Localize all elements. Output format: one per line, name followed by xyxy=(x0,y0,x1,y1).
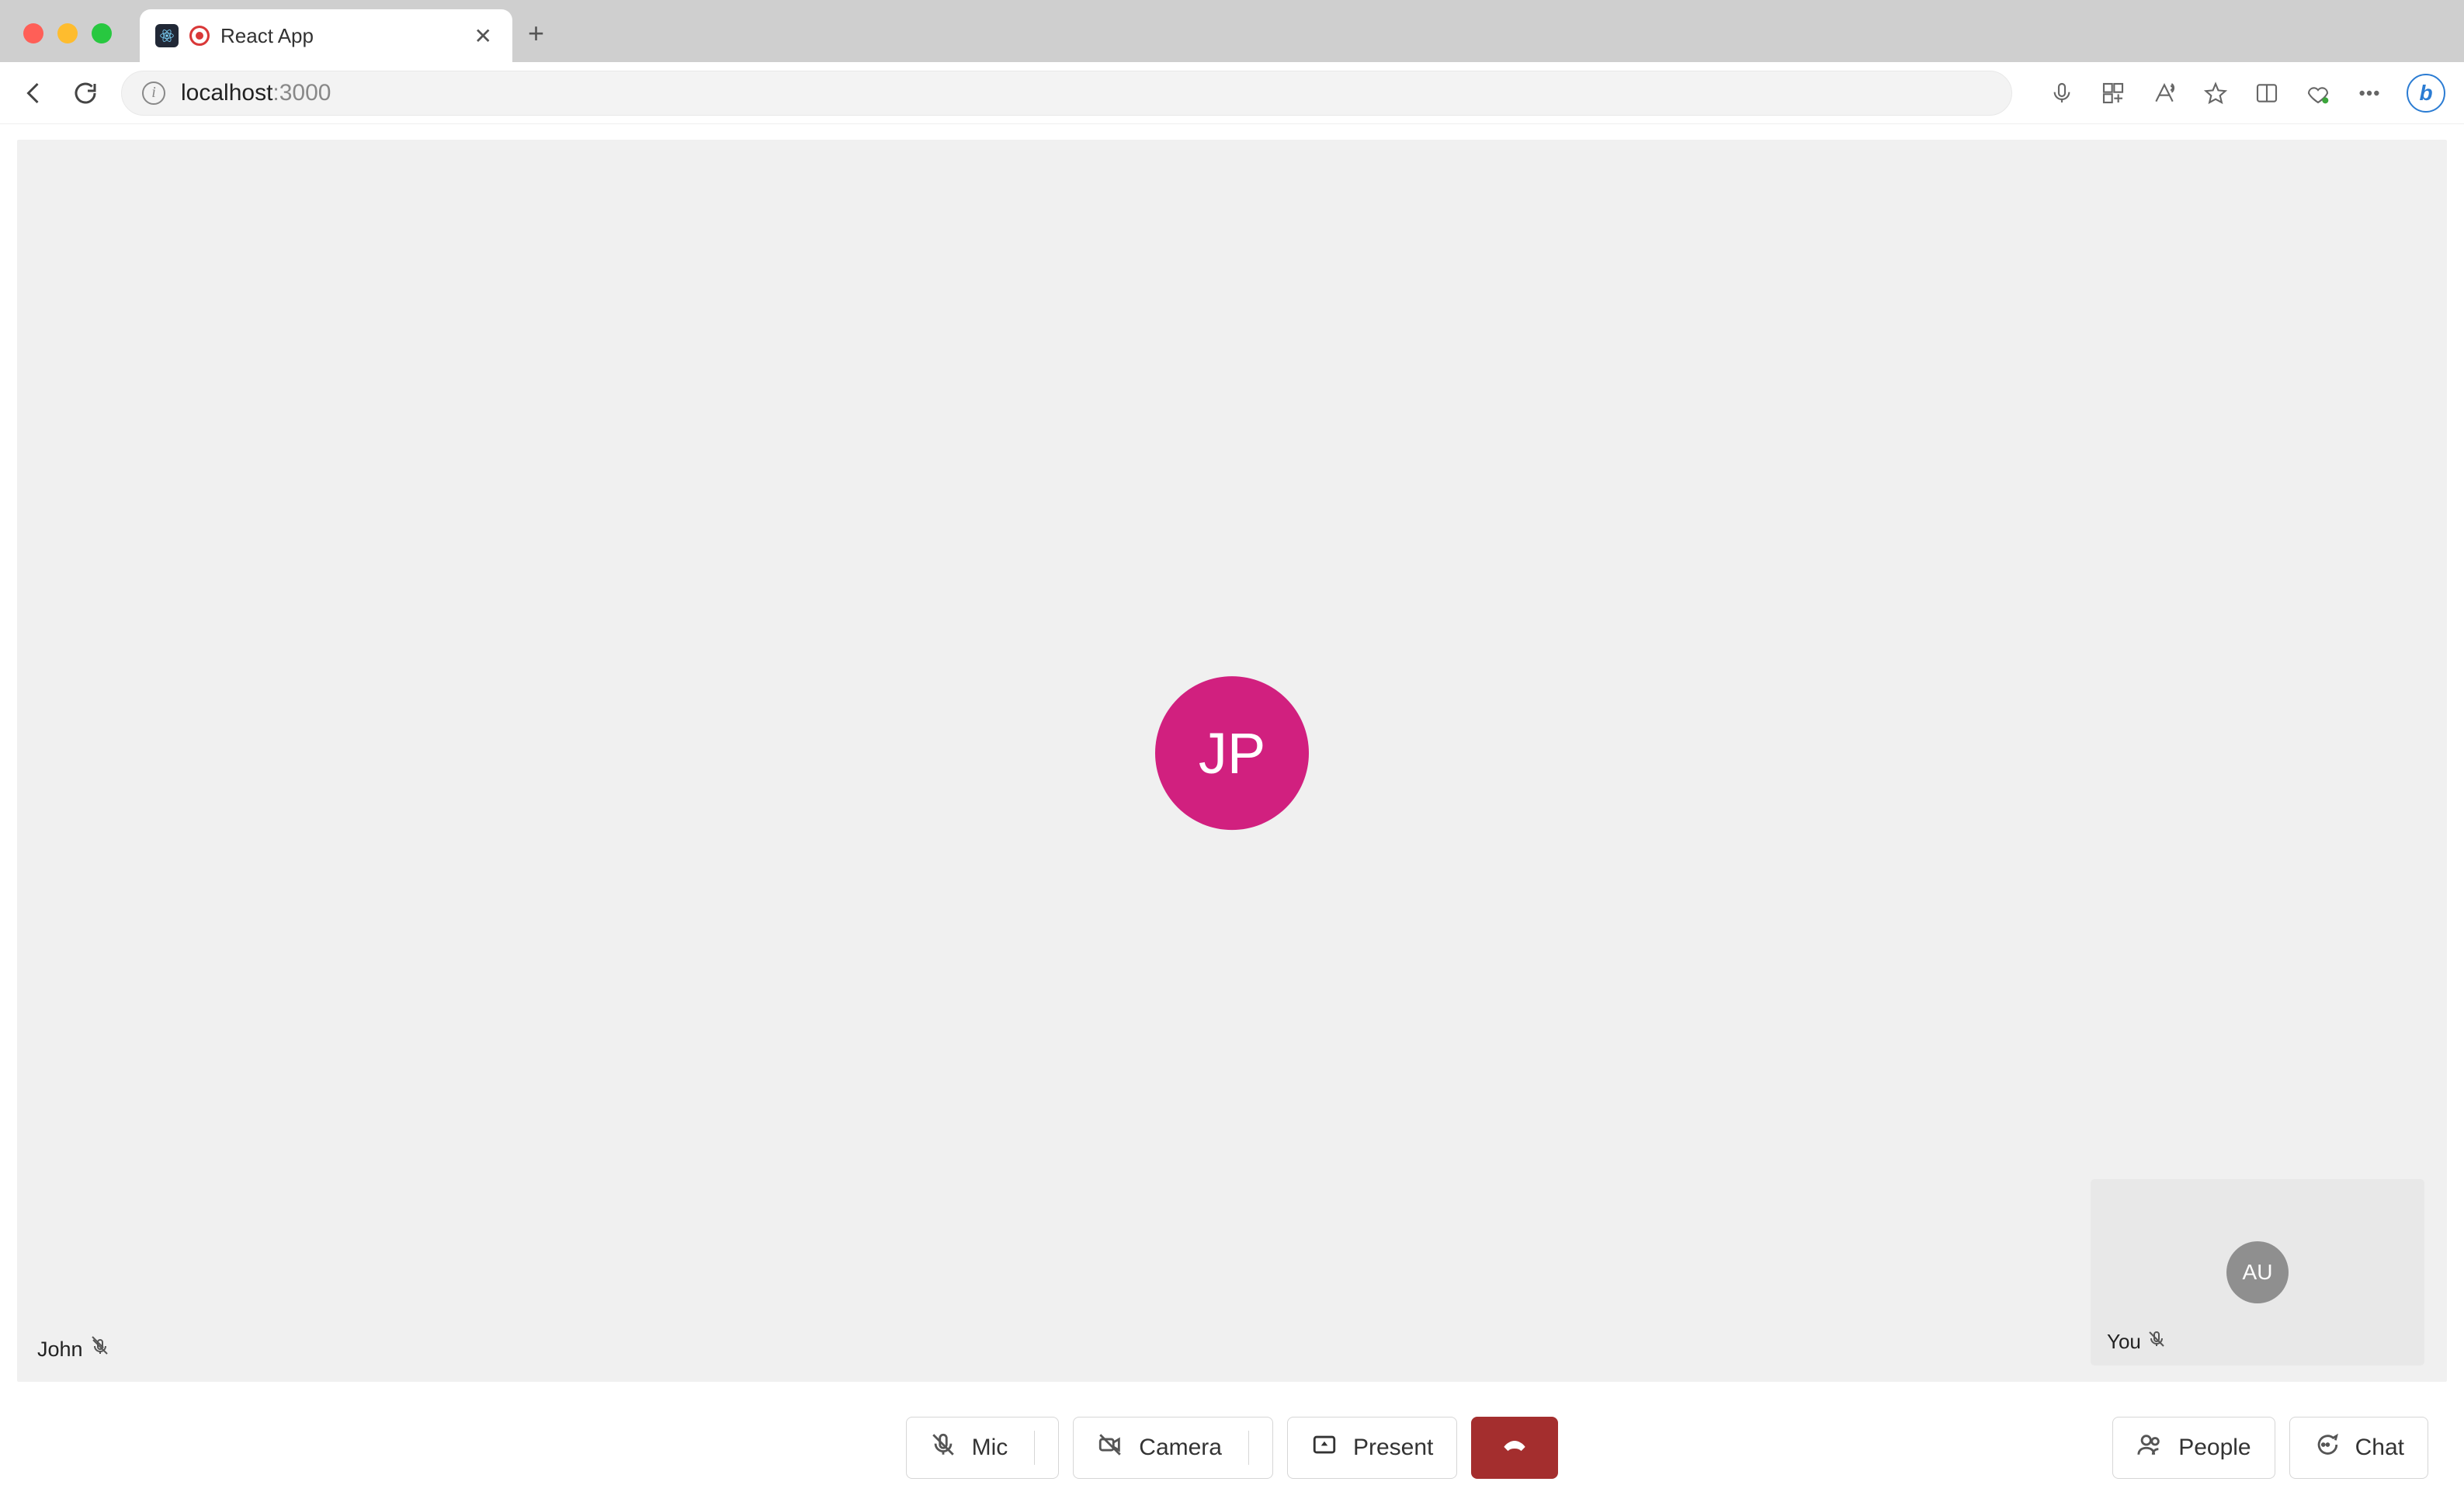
window-minimize-button[interactable] xyxy=(57,23,78,43)
call-control-bar: Mic Camera Present xyxy=(0,1390,2464,1506)
self-avatar: AU xyxy=(2226,1241,2289,1303)
video-call-app: JP John AU You xyxy=(0,124,2464,1506)
self-label: You xyxy=(2107,1330,2166,1354)
split-screen-icon[interactable] xyxy=(2253,79,2281,107)
browser-toolbar: i localhost:3000 b xyxy=(0,62,2464,124)
camera-off-icon xyxy=(1097,1431,1123,1464)
self-initials: AU xyxy=(2243,1260,2273,1285)
new-tab-button[interactable]: + xyxy=(528,17,544,50)
people-icon xyxy=(2136,1431,2163,1464)
url-text: localhost:3000 xyxy=(181,80,331,106)
tab-title: React App xyxy=(220,24,459,48)
center-controls: Mic Camera Present xyxy=(906,1417,1559,1479)
hangup-button[interactable] xyxy=(1471,1417,1558,1479)
main-participant-avatar: JP xyxy=(1155,676,1309,830)
chat-icon xyxy=(2313,1431,2340,1464)
camera-toggle-button[interactable]: Camera xyxy=(1073,1417,1273,1479)
hangup-icon xyxy=(1501,1431,1528,1464)
mic-muted-icon xyxy=(91,1338,109,1362)
self-name: You xyxy=(2107,1330,2141,1354)
present-icon xyxy=(1311,1431,1338,1464)
browser-tab-strip: React App ✕ + xyxy=(0,0,2464,62)
main-participant-label: John xyxy=(37,1338,109,1362)
recording-indicator-icon xyxy=(189,26,210,46)
nav-back-button[interactable] xyxy=(19,78,50,109)
chat-button[interactable]: Chat xyxy=(2289,1417,2428,1479)
window-maximize-button[interactable] xyxy=(92,23,112,43)
mic-toggle-button[interactable]: Mic xyxy=(906,1417,1060,1479)
camera-options-divider xyxy=(1248,1431,1249,1465)
nav-reload-button[interactable] xyxy=(70,78,101,109)
mic-options-divider xyxy=(1034,1431,1035,1465)
tab-close-button[interactable]: ✕ xyxy=(470,23,497,49)
address-bar[interactable]: i localhost:3000 xyxy=(121,71,2012,116)
microphone-permission-icon[interactable] xyxy=(2048,79,2076,107)
camera-label: Camera xyxy=(1139,1435,1222,1461)
present-label: Present xyxy=(1353,1435,1433,1461)
react-favicon-icon xyxy=(155,24,179,47)
site-info-icon[interactable]: i xyxy=(142,82,165,105)
present-button[interactable]: Present xyxy=(1287,1417,1457,1479)
url-host: localhost xyxy=(181,80,272,106)
more-menu-icon[interactable] xyxy=(2355,79,2383,107)
chat-label: Chat xyxy=(2355,1435,2404,1461)
video-stage: JP John AU You xyxy=(17,140,2447,1382)
window-controls xyxy=(23,23,112,43)
mic-off-icon xyxy=(930,1431,956,1464)
extensions-icon[interactable] xyxy=(2099,79,2127,107)
mic-label: Mic xyxy=(972,1435,1008,1461)
browser-tab-active[interactable]: React App ✕ xyxy=(140,9,512,62)
self-view-tile[interactable]: AU You xyxy=(2091,1180,2424,1365)
people-label: People xyxy=(2178,1435,2251,1461)
collections-icon[interactable] xyxy=(2304,79,2332,107)
toolbar-actions: b xyxy=(2048,74,2445,113)
window-close-button[interactable] xyxy=(23,23,43,43)
favorite-star-icon[interactable] xyxy=(2202,79,2230,107)
mic-muted-icon xyxy=(2147,1330,2166,1354)
bing-chat-icon[interactable]: b xyxy=(2407,74,2445,113)
people-button[interactable]: People xyxy=(2112,1417,2275,1479)
url-port: :3000 xyxy=(272,80,331,106)
right-controls: People Chat xyxy=(2112,1417,2428,1479)
main-participant-initials: JP xyxy=(1199,720,1265,786)
main-participant-name: John xyxy=(37,1338,83,1362)
read-aloud-icon[interactable] xyxy=(2150,79,2178,107)
